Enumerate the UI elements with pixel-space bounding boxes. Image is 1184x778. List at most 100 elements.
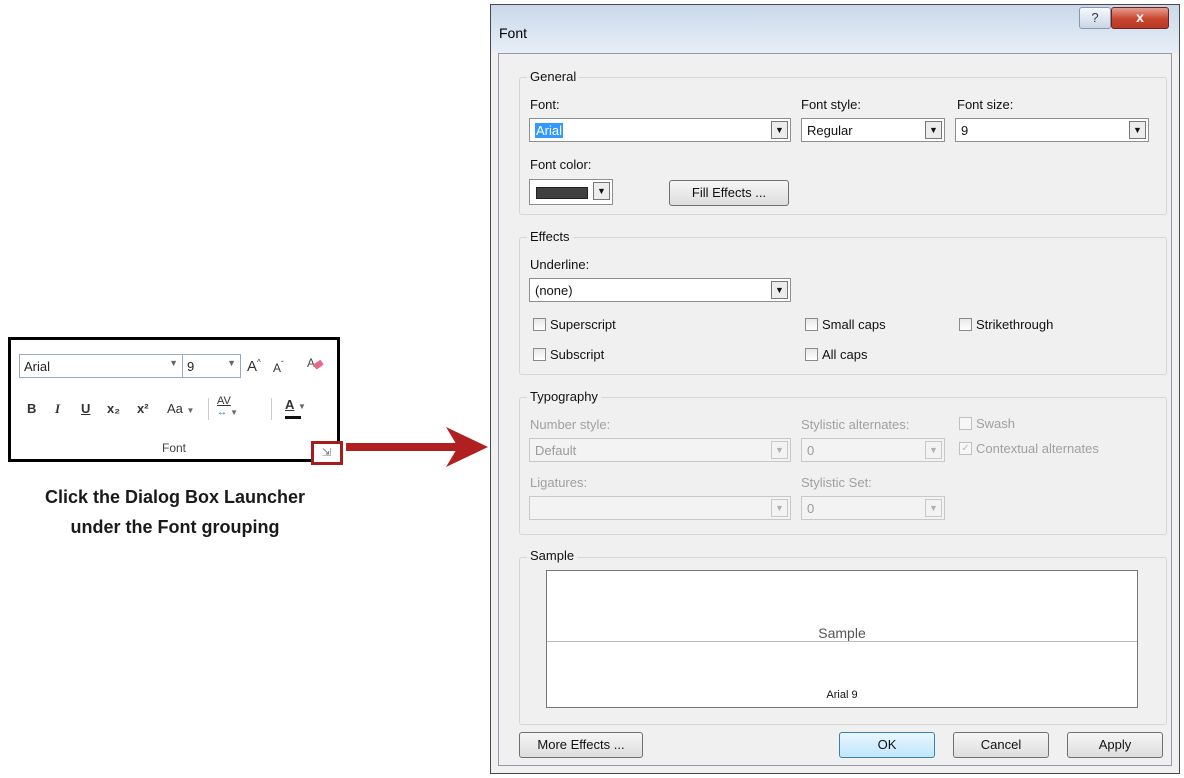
swash-checkbox[interactable]: Swash xyxy=(959,416,1015,431)
sample-caption: Arial 9 xyxy=(826,689,858,701)
strikethrough-checkbox[interactable]: Strikethrough xyxy=(959,317,1053,332)
caption-line-2: under the Font grouping xyxy=(70,517,280,537)
chevron-down-icon[interactable]: ▼ xyxy=(925,499,942,517)
chevron-down-icon: ▼ xyxy=(298,402,306,411)
fill-effects-button[interactable]: Fill Effects ... xyxy=(669,180,789,206)
bold-button[interactable]: B xyxy=(27,402,36,416)
font-color-picker[interactable]: ▼ xyxy=(529,179,613,205)
divider xyxy=(208,398,209,420)
help-button[interactable]: ? xyxy=(1079,7,1111,29)
chevron-down-icon[interactable]: ▼ xyxy=(227,358,236,368)
ribbon-font-size-combo[interactable]: 9 ▼ xyxy=(183,354,241,378)
checkbox-box[interactable] xyxy=(533,318,546,331)
sample-heading: Sample xyxy=(527,548,578,563)
grow-font-button[interactable]: A^ xyxy=(247,356,261,374)
chevron-down-icon[interactable]: ▼ xyxy=(771,499,788,517)
red-arrow-icon xyxy=(346,427,488,467)
double-arrow-icon: ↔ xyxy=(217,407,227,418)
stylistic-alternates-combo[interactable]: 0 ▼ xyxy=(801,438,945,462)
underline-combo[interactable]: (none) ▼ xyxy=(529,278,791,302)
font-dialog: Font ? x General Font: Arial ▼ Font styl… xyxy=(490,4,1180,774)
font-color-swatch xyxy=(536,187,588,199)
strikethrough-label: Strikethrough xyxy=(976,317,1054,332)
chevron-down-icon[interactable]: ▼ xyxy=(771,441,788,459)
underline-label: Underline: xyxy=(530,257,590,272)
dialog-title: Font xyxy=(499,25,528,41)
change-case-button[interactable]: Aa ▼ xyxy=(167,402,194,418)
superscript-button[interactable]: x² xyxy=(137,402,149,416)
ribbon-font-name-combo[interactable]: Arial ▼ xyxy=(19,354,183,378)
font-combo[interactable]: Arial ▼ xyxy=(529,118,791,142)
close-button[interactable]: x xyxy=(1111,7,1169,29)
font-color-label: Font color: xyxy=(530,157,592,172)
checkmark-icon[interactable]: ✓ xyxy=(959,442,972,455)
divider xyxy=(271,398,272,420)
dialog-titlebar xyxy=(491,5,1179,53)
general-heading: General xyxy=(527,69,580,84)
swash-label: Swash xyxy=(976,416,1016,431)
grow-font-icon: A xyxy=(247,358,258,375)
font-value: Arial xyxy=(535,123,564,138)
chevron-down-icon[interactable]: ▼ xyxy=(593,182,610,200)
sample-text: Sample xyxy=(818,625,866,641)
character-spacing-button[interactable]: AV ↔ ▼ xyxy=(217,396,238,419)
caption-line-1: Click the Dialog Box Launcher xyxy=(44,487,306,507)
close-icon: x xyxy=(1136,9,1144,25)
stylistic-set-label: Stylistic Set: xyxy=(801,475,872,490)
subscript-checkbox[interactable]: Subscript xyxy=(533,347,604,362)
svg-text:A: A xyxy=(307,356,315,370)
chevron-down-icon[interactable]: ▼ xyxy=(925,441,942,459)
font-color-button[interactable]: A ▼ xyxy=(285,398,306,414)
font-label: Font: xyxy=(530,97,560,112)
chevron-down-icon[interactable]: ▼ xyxy=(771,281,788,299)
small-caps-checkbox[interactable]: Small caps xyxy=(805,317,886,332)
clear-formatting-button[interactable]: A xyxy=(305,354,325,377)
number-style-combo[interactable]: Default ▼ xyxy=(529,438,791,462)
ribbon-font-name-value: Arial xyxy=(24,359,51,374)
ligatures-label: Ligatures: xyxy=(530,475,588,490)
italic-button[interactable]: I xyxy=(55,402,60,416)
superscript-checkbox[interactable]: Superscript xyxy=(533,317,616,332)
font-style-combo[interactable]: Regular ▼ xyxy=(801,118,945,142)
checkbox-box[interactable] xyxy=(533,348,546,361)
typography-heading: Typography xyxy=(527,389,601,404)
stylistic-alternates-label: Stylistic alternates: xyxy=(801,417,910,432)
shrink-font-icon: A xyxy=(273,361,282,375)
font-style-label: Font style: xyxy=(801,97,861,112)
underline-value: (none) xyxy=(535,283,573,298)
number-style-label: Number style: xyxy=(530,417,611,432)
chevron-down-icon[interactable]: ▼ xyxy=(1129,121,1146,139)
small-caps-label: Small caps xyxy=(822,317,886,332)
change-case-label: Aa xyxy=(167,401,183,416)
shrink-font-button[interactable]: Aˇ xyxy=(273,358,284,375)
checkbox-box[interactable] xyxy=(805,318,818,331)
ligatures-combo[interactable]: ▼ xyxy=(529,496,791,520)
more-effects-button[interactable]: More Effects ... xyxy=(519,732,643,758)
chevron-down-icon[interactable]: ▼ xyxy=(925,121,942,139)
contextual-alternates-checkbox[interactable]: ✓ Contextual alternates xyxy=(959,441,1099,456)
contextual-alternates-label: Contextual alternates xyxy=(976,441,1099,456)
instruction-caption: Click the Dialog Box Launcher under the … xyxy=(0,482,350,542)
cancel-button[interactable]: Cancel xyxy=(953,732,1049,758)
apply-button[interactable]: Apply xyxy=(1067,732,1163,758)
all-caps-checkbox[interactable]: All caps xyxy=(805,347,868,362)
checkbox-box[interactable] xyxy=(805,348,818,361)
checkbox-box[interactable] xyxy=(959,318,972,331)
stylistic-set-combo[interactable]: 0 ▼ xyxy=(801,496,945,520)
chevron-down-icon: ▼ xyxy=(230,408,238,417)
help-icon: ? xyxy=(1091,10,1099,25)
eraser-icon: A xyxy=(307,356,324,370)
font-color-swatch xyxy=(285,416,301,419)
subscript-button[interactable]: x₂ xyxy=(107,402,120,416)
checkbox-box[interactable] xyxy=(959,417,972,430)
font-size-combo[interactable]: 9 ▼ xyxy=(955,118,1149,142)
chevron-down-icon[interactable]: ▼ xyxy=(169,358,178,368)
dialog-box-launcher-button[interactable]: ⇲ xyxy=(311,441,343,465)
number-style-value: Default xyxy=(535,443,577,458)
ribbon-font-group: Arial ▼ 9 ▼ A^ Aˇ A B I U x₂ x² Aa ▼ AV ↔… xyxy=(8,337,340,462)
ok-button[interactable]: OK xyxy=(839,732,935,758)
chevron-down-icon[interactable]: ▼ xyxy=(771,121,788,139)
underline-button[interactable]: U xyxy=(81,402,90,416)
stylistic-set-value: 0 xyxy=(807,501,815,516)
font-size-value: 9 xyxy=(961,123,969,138)
